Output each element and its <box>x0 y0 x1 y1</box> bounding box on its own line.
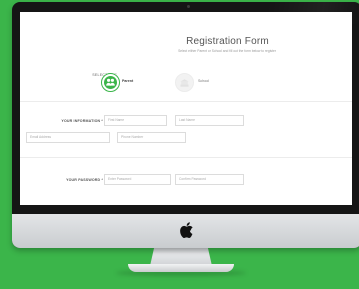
school-icon <box>180 79 189 87</box>
camera-icon <box>187 5 190 8</box>
confirm-password-input[interactable]: Confirm Password <box>175 174 244 185</box>
password-input[interactable]: Enter Password <box>104 174 171 185</box>
parent-option-button[interactable] <box>101 73 120 92</box>
screen: Registration Form Select either Parent o… <box>20 12 352 205</box>
monitor-stand-base <box>128 264 234 272</box>
your-password-label: YOUR PASSWORD * <box>66 178 103 182</box>
first-name-input[interactable]: First Name <box>104 115 167 126</box>
apple-logo-icon <box>180 222 193 238</box>
phone-input[interactable]: Phone Number <box>117 132 186 143</box>
email-input[interactable]: Email Address <box>26 132 110 143</box>
page-title: Registration Form <box>186 36 269 47</box>
school-option-label[interactable]: School <box>198 79 209 83</box>
parent-option-selected-fill <box>104 76 117 89</box>
page-subtitle: Select either Parent or School and fill … <box>178 49 276 53</box>
school-option-button[interactable] <box>175 73 194 92</box>
section-divider <box>20 101 352 102</box>
parent-option-label[interactable]: Parent <box>122 79 133 83</box>
your-information-label: YOUR INFORMATION * <box>61 119 103 123</box>
last-name-input[interactable]: Last Name <box>175 115 244 126</box>
parent-icon <box>106 78 115 86</box>
section-divider <box>20 157 352 158</box>
